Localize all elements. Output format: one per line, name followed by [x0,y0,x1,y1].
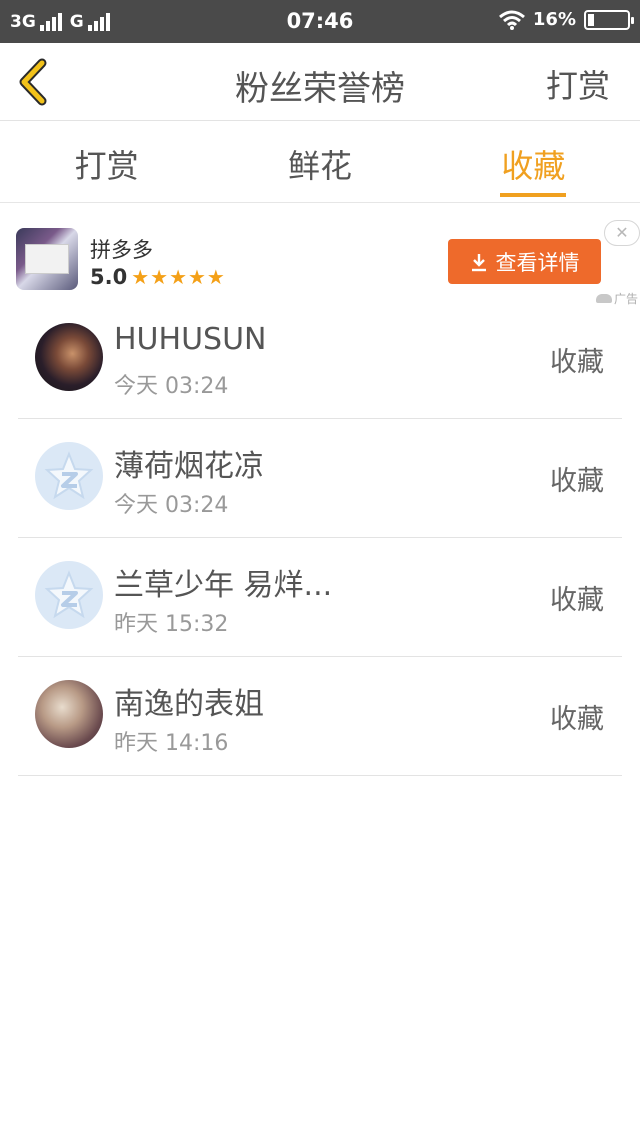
tab-bar: 打赏 鲜花 收藏 [0,121,640,203]
item-action: 收藏 [550,466,604,497]
list-item[interactable]: 兰草少年 易烊... 昨天 15:32 收藏 [18,538,622,657]
header: 粉丝荣誉榜 打赏 [0,43,640,121]
battery-percent: 16% [532,9,576,30]
tab-favorites[interactable]: 收藏 [427,121,640,202]
avatar[interactable] [35,680,103,748]
item-action: 收藏 [550,585,604,616]
status-right: 16% [498,9,634,30]
avatar[interactable] [35,561,103,629]
reward-button[interactable]: 打赏 [546,61,610,107]
default-avatar-icon [44,451,94,500]
avatar[interactable] [35,323,103,391]
favorites-list: HUHUSUN 今天 03:24 收藏 薄荷烟花凉 今天 03:24 收藏 兰草… [18,300,622,776]
close-icon[interactable]: ✕ [604,220,640,246]
user-name: HUHUSUN [114,322,267,357]
list-item[interactable]: 薄荷烟花凉 今天 03:24 收藏 [18,419,622,538]
item-action: 收藏 [550,704,604,735]
item-time: 今天 03:24 [114,493,229,518]
item-time: 昨天 15:32 [114,612,229,637]
battery-icon [584,9,634,30]
item-time: 今天 03:24 [114,374,229,399]
avatar[interactable] [35,442,103,510]
ad-rating-value: 5.0 [90,265,128,289]
view-details-button[interactable]: 查看详情 [448,239,601,284]
tab-flowers[interactable]: 鲜花 [213,121,426,202]
status-bar: 3G G 07:46 16% [0,0,640,43]
ad-banner[interactable]: 拼多多 5.0 ★★★★★ 查看详情 ✕ 广告 [0,204,640,308]
list-item[interactable]: HUHUSUN 今天 03:24 收藏 [18,300,622,419]
user-name: 薄荷烟花凉 [114,449,264,484]
view-details-label: 查看详情 [495,250,580,275]
item-action: 收藏 [550,347,604,378]
page-title: 粉丝荣誉榜 [235,69,405,109]
wifi-icon [498,10,525,30]
user-name: 兰草少年 易烊... [114,568,333,603]
ad-app-name: 拼多多 [90,238,153,262]
download-icon [470,252,488,272]
tab-reward[interactable]: 打赏 [0,121,213,202]
list-item[interactable]: 南逸的表姐 昨天 14:16 收藏 [18,657,622,776]
item-time: 昨天 14:16 [114,731,229,756]
ad-rating: 5.0 ★★★★★ [90,265,226,289]
star-rating-icon: ★★★★★ [131,265,226,289]
user-name: 南逸的表姐 [114,687,264,722]
default-avatar-icon [44,570,94,619]
app-icon[interactable] [16,228,78,290]
